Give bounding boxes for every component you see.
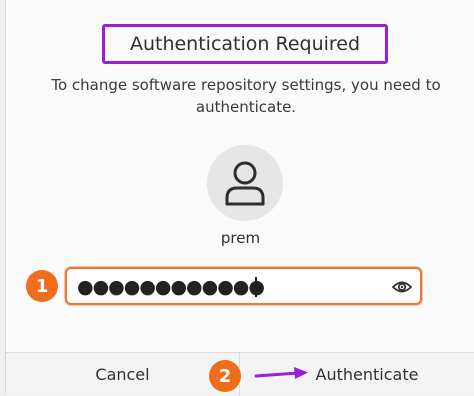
description-line-1: To change software repository settings, … — [51, 76, 441, 94]
step-1-badge: 1 — [26, 270, 58, 302]
eye-icon[interactable] — [392, 277, 412, 297]
password-field[interactable]: ●●●●●●●●●●●● — [65, 267, 422, 305]
description-line-2: authenticate. — [195, 98, 297, 116]
password-value: ●●●●●●●●●●●● — [77, 276, 265, 298]
user-icon — [225, 161, 265, 206]
cancel-button[interactable]: Cancel — [6, 353, 240, 396]
arrow-right-icon — [254, 367, 308, 379]
step-2-badge: 2 — [209, 360, 241, 392]
avatar — [207, 145, 283, 221]
dialog-description: To change software repository settings, … — [26, 74, 466, 118]
username-label: prem — [220, 229, 261, 247]
title-highlight-box: Authentication Required — [102, 24, 388, 64]
auth-dialog: Authentication Required To change softwa… — [5, 0, 474, 396]
dialog-title: Authentication Required — [129, 33, 361, 55]
text-caret — [255, 277, 257, 297]
